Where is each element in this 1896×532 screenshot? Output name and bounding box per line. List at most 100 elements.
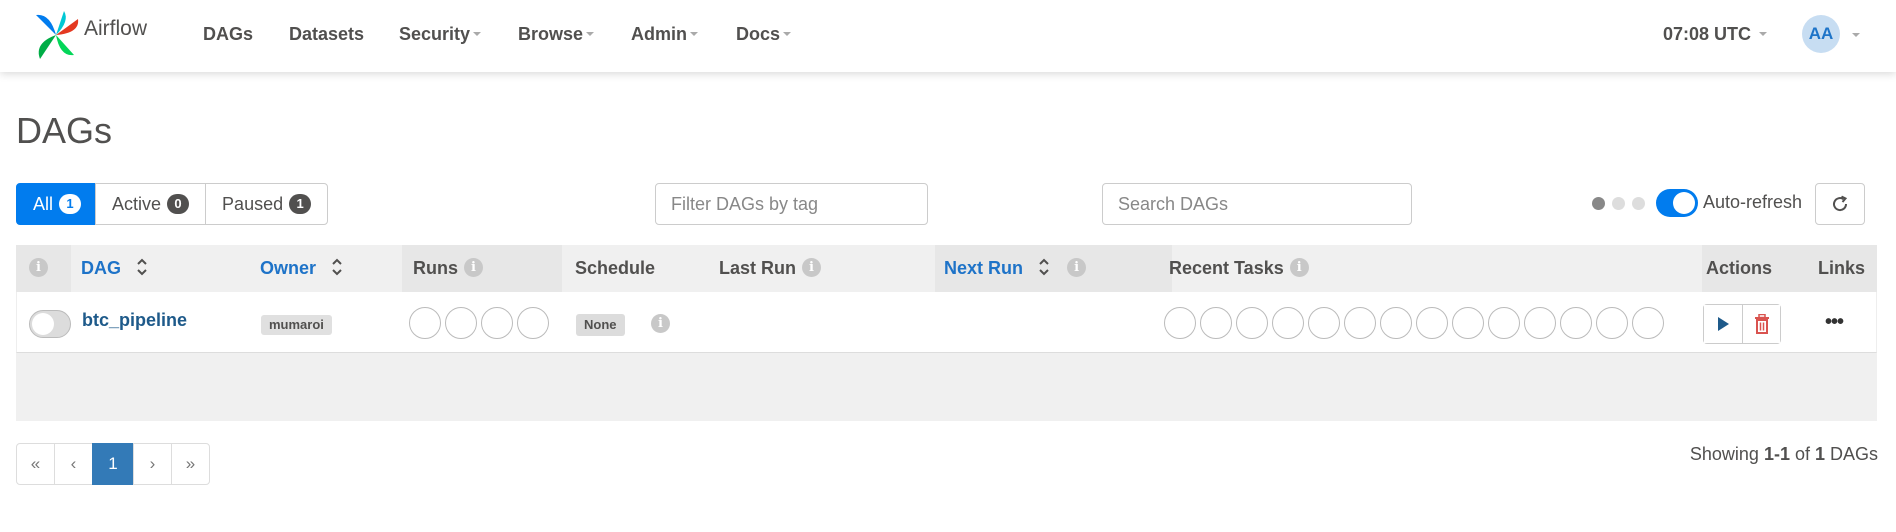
nav-browse-label: Browse xyxy=(518,24,584,44)
airflow-pinwheel-icon xyxy=(36,11,79,59)
nav-datasets-label: Datasets xyxy=(289,24,365,44)
top-navbar: Airflow DAGs Datasets Security Browse Ad… xyxy=(0,0,1896,72)
refresh-icon xyxy=(1833,195,1848,212)
header-schedule-label: Schedule xyxy=(575,258,656,278)
user-avatar[interactable]: AA xyxy=(1802,15,1840,53)
nav-security[interactable]: Security xyxy=(399,0,482,68)
nav-admin[interactable]: Admin xyxy=(631,0,698,68)
task-state-circle[interactable] xyxy=(1308,307,1340,339)
header-dag[interactable]: DAG xyxy=(81,245,148,292)
filter-all-button[interactable]: All 1 xyxy=(16,183,97,225)
header-recent-tasks-label: Recent Tasks xyxy=(1169,258,1284,278)
header-last-run-label: Last Run xyxy=(719,258,797,278)
header-runs-label: Runs xyxy=(413,258,458,278)
task-state-circle[interactable] xyxy=(1452,307,1484,339)
nav-dags-label: DAGs xyxy=(203,24,254,44)
page-last-button[interactable]: » xyxy=(171,443,210,485)
info-icon[interactable]: i xyxy=(802,257,822,277)
nav-admin-label: Admin xyxy=(631,24,687,44)
nav-browse[interactable]: Browse xyxy=(518,0,595,68)
dag-status-filter: All 1 Active 0 Paused 1 xyxy=(16,183,329,225)
info-icon: i xyxy=(29,257,48,277)
refresh-button[interactable] xyxy=(1815,183,1865,225)
task-state-circle[interactable] xyxy=(1164,307,1196,339)
task-state-circle[interactable] xyxy=(1488,307,1520,339)
info-icon[interactable]: i xyxy=(1289,257,1309,277)
refresh-indicator-dot xyxy=(1632,197,1645,210)
schedule-tag: None xyxy=(576,314,625,336)
task-state-circle[interactable] xyxy=(1344,307,1376,339)
task-state-circle[interactable] xyxy=(1272,307,1304,339)
page-title: DAGs xyxy=(16,110,113,151)
filter-paused-button[interactable]: Paused 1 xyxy=(205,183,329,225)
trash-icon xyxy=(1754,314,1769,334)
summary-of: of xyxy=(1789,444,1815,464)
run-state-circle[interactable] xyxy=(409,307,441,339)
header-dag-label: DAG xyxy=(81,258,121,278)
run-state-circle[interactable] xyxy=(517,307,549,339)
chevron-down-icon xyxy=(586,32,595,37)
chevron-down-icon xyxy=(1759,32,1768,37)
header-next-run[interactable]: Next Run i xyxy=(944,245,1087,292)
task-state-circle[interactable] xyxy=(1632,307,1664,339)
more-links-icon[interactable]: ••• xyxy=(1825,311,1844,334)
run-state-circle[interactable] xyxy=(481,307,513,339)
current-time: 07:08 UTC xyxy=(1663,24,1752,44)
pagination-summary: Showing 1-1 of 1 DAGs xyxy=(1690,444,1878,465)
filter-all-label: All xyxy=(33,193,54,214)
search-dags-input[interactable] xyxy=(1102,183,1412,225)
table-header: i DAG Owner Runs i Schedule Last Run i Nex… xyxy=(16,245,1877,292)
nav-docs-label: Docs xyxy=(736,24,781,44)
header-owner[interactable]: Owner xyxy=(260,245,343,292)
nav-docs[interactable]: Docs xyxy=(736,0,792,68)
header-info: i xyxy=(29,245,48,292)
task-state-circle[interactable] xyxy=(1596,307,1628,339)
owner-tag[interactable]: mumaroi xyxy=(261,315,332,335)
brand-name: Airflow xyxy=(84,17,148,40)
task-state-circle[interactable] xyxy=(1560,307,1592,339)
page-current-button[interactable]: 1 xyxy=(92,443,134,485)
header-links: Links xyxy=(1818,245,1865,292)
header-last-run: Last Run i xyxy=(719,245,822,292)
summary-prefix: Showing xyxy=(1689,444,1764,464)
summary-total: 1 xyxy=(1814,444,1825,464)
task-state-circle[interactable] xyxy=(1236,307,1268,339)
nav-dags[interactable]: DAGs xyxy=(203,0,253,68)
nav-time-dropdown[interactable]: 07:08 UTC xyxy=(1663,0,1768,68)
delete-dag-button[interactable] xyxy=(1742,305,1780,343)
filter-active-button[interactable]: Active 0 xyxy=(95,183,207,225)
airflow-logo-link[interactable]: Airflow xyxy=(28,5,147,65)
header-runs: Runs i xyxy=(413,245,483,292)
refresh-indicator-dot xyxy=(1612,197,1625,210)
header-schedule: Schedule xyxy=(575,245,655,292)
dag-actions xyxy=(1703,304,1781,344)
sort-icon xyxy=(137,258,147,276)
task-state-circle[interactable] xyxy=(1524,307,1556,339)
info-icon[interactable]: i xyxy=(464,257,483,277)
table-empty-area xyxy=(16,353,1877,421)
auto-refresh-toggle[interactable] xyxy=(1656,189,1698,217)
info-icon[interactable]: i xyxy=(1067,257,1087,277)
dag-pause-toggle[interactable] xyxy=(29,310,71,338)
tag-filter-input[interactable] xyxy=(655,183,928,225)
page-first-button[interactable]: « xyxy=(16,443,55,485)
chevron-down-icon xyxy=(690,32,698,37)
task-state-circle[interactable] xyxy=(1200,307,1232,339)
nav-security-label: Security xyxy=(399,24,471,44)
trigger-dag-button[interactable] xyxy=(1704,305,1742,343)
task-state-circle[interactable] xyxy=(1416,307,1448,339)
sort-icon xyxy=(1039,258,1049,276)
run-state-circle[interactable] xyxy=(445,307,477,339)
header-next-run-label: Next Run xyxy=(944,258,1024,278)
dag-id-link[interactable]: btc_pipeline xyxy=(82,310,187,331)
filter-active-count: 0 xyxy=(167,194,190,214)
page-next-button[interactable]: › xyxy=(133,443,172,485)
chevron-down-icon[interactable] xyxy=(1852,33,1860,37)
nav-datasets[interactable]: Datasets xyxy=(289,0,364,68)
header-recent-tasks: Recent Tasks i xyxy=(1169,245,1309,292)
pagination: « ‹ 1 › » xyxy=(16,443,210,485)
filter-all-count: 1 xyxy=(59,194,82,214)
info-icon[interactable]: i xyxy=(651,314,670,333)
task-state-circle[interactable] xyxy=(1380,307,1412,339)
page-prev-button[interactable]: ‹ xyxy=(54,443,93,485)
